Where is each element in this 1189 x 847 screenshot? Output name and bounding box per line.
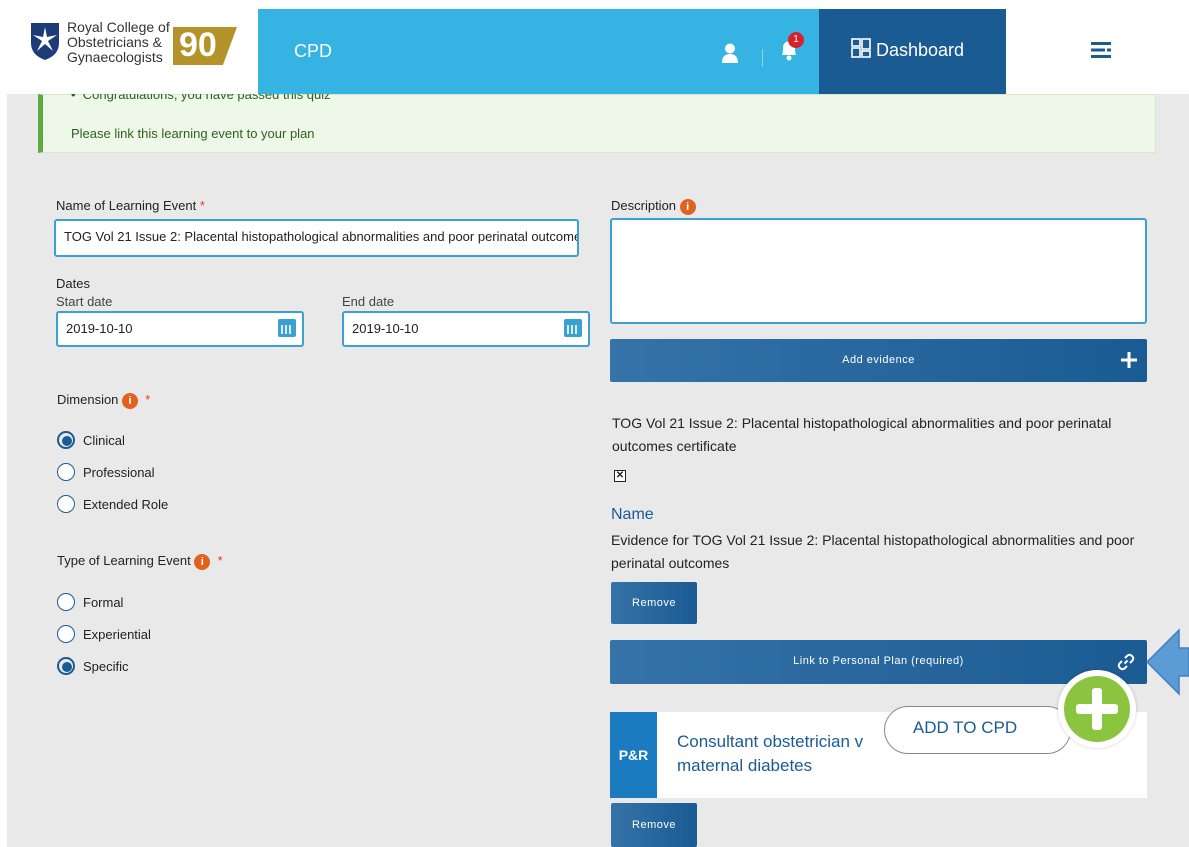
name-label-text: Name of Learning Event — [56, 198, 197, 213]
badge-text: 90 — [179, 26, 217, 64]
card-category-tag: P&R — [610, 712, 657, 798]
radio-type-formal[interactable]: Formal — [57, 593, 123, 611]
radio-label: Specific — [83, 658, 129, 674]
anniversary-badge: 90 — [173, 27, 237, 65]
radio-dimension-clinical[interactable]: Clinical — [57, 431, 125, 449]
evidence-name-heading: Name — [611, 506, 654, 523]
cpd-nav-bar: CPD 1 — [258, 9, 819, 94]
radio-circle — [57, 495, 75, 513]
pointer-arrow-icon — [1146, 628, 1189, 696]
logo-line-2: Obstetricians & — [67, 34, 162, 50]
name-label: Name of Learning Event * — [56, 198, 205, 213]
end-date-value: 2019-10-10 — [352, 321, 419, 336]
success-alert: • Congratulations, you have passed this … — [38, 87, 1156, 153]
link-icon — [1117, 653, 1135, 671]
radio-circle — [57, 431, 75, 449]
add-evidence-button[interactable]: Add evidence — [610, 339, 1147, 382]
radio-circle — [57, 593, 75, 611]
radio-type-experiential[interactable]: Experiential — [57, 625, 151, 643]
card-title: Consultant obstetrician v maternal diabe… — [677, 730, 863, 778]
info-icon[interactable]: i — [679, 198, 696, 215]
radio-type-specific[interactable]: Specific — [57, 657, 129, 675]
radio-dimension-extended-role[interactable]: Extended Role — [57, 495, 168, 513]
alert-line-2: Please link this learning event to your … — [71, 126, 315, 141]
notification-badge: 1 — [788, 32, 804, 48]
rcog-logo[interactable]: Royal College of Obstetricians & Gynaeco… — [25, 19, 255, 73]
radio-circle — [57, 657, 75, 675]
remove-plan-link-button[interactable]: Remove — [611, 803, 697, 847]
radio-label: Professional — [83, 464, 155, 480]
info-icon[interactable]: i — [194, 553, 211, 570]
start-date-value: 2019-10-10 — [66, 321, 133, 336]
shield-star-icon — [31, 23, 59, 60]
info-icon[interactable]: i — [122, 392, 139, 409]
radio-label: Experiential — [83, 626, 151, 642]
add-evidence-label: Add evidence — [842, 354, 915, 366]
end-date-input[interactable]: 2019-10-10 — [342, 311, 590, 347]
description-label: Description i — [611, 198, 696, 215]
nav-separator — [762, 49, 763, 67]
type-label: Type of Learning Event i * — [57, 553, 223, 570]
end-date-label: End date — [342, 294, 395, 309]
logo-line-3: Gynaecologists — [67, 49, 163, 65]
plus-icon — [1121, 352, 1137, 368]
broken-image-icon: ✕ — [614, 470, 626, 482]
link-personal-plan-button[interactable]: Link to Personal Plan (required) — [610, 640, 1147, 684]
logo-line-1: Royal College of — [67, 19, 170, 35]
description-label-text: Description — [611, 198, 677, 213]
radio-label: Extended Role — [83, 496, 169, 512]
notifications-button[interactable]: 1 — [778, 32, 804, 68]
dashboard-grid-icon — [851, 38, 871, 58]
start-date-input[interactable]: 2019-10-10 — [56, 311, 304, 347]
top-header: Royal College of Obstetricians & Gynaeco… — [0, 0, 1189, 94]
link-plan-label: Link to Personal Plan (required) — [793, 655, 964, 667]
radio-dimension-professional[interactable]: Professional — [57, 463, 155, 481]
add-plus-circle-icon[interactable] — [1058, 670, 1136, 748]
plus-icon — [1064, 676, 1130, 742]
dates-label: Dates — [56, 276, 90, 291]
dimension-label: Dimension i * — [57, 392, 150, 409]
hamburger-menu-icon[interactable] — [1091, 42, 1111, 58]
radio-label: Clinical — [83, 432, 125, 448]
certificate-text: TOG Vol 21 Issue 2: Placental histopatho… — [612, 415, 1112, 454]
cpd-title[interactable]: CPD — [294, 41, 332, 62]
dimension-label-text: Dimension — [57, 392, 119, 407]
add-to-cpd-label: ADD TO CPD — [912, 718, 1018, 737]
required-mark: * — [145, 392, 151, 407]
remove-label: Remove — [632, 597, 676, 609]
add-to-cpd-button[interactable]: ADD TO CPD — [884, 706, 1071, 754]
logo-text: Royal College of Obstetricians & Gynaeco… — [67, 20, 170, 65]
dashboard-label: Dashboard — [876, 40, 965, 60]
dashboard-button[interactable]: Dashboard — [819, 9, 1006, 94]
radio-label: Formal — [83, 594, 124, 610]
calendar-icon[interactable] — [564, 319, 582, 337]
radio-circle — [57, 625, 75, 643]
card-title-line-2: maternal diabetes — [677, 756, 813, 775]
card-title-line-1: Consultant obstetrician v — [677, 732, 864, 751]
start-date-label: Start date — [56, 294, 113, 309]
user-icon[interactable] — [721, 43, 739, 63]
remove-label: Remove — [632, 819, 676, 831]
learning-event-name-input[interactable]: TOG Vol 21 Issue 2: Placental histopatho… — [54, 219, 579, 257]
evidence-name-text: Evidence for TOG Vol 21 Issue 2: Placent… — [611, 532, 1135, 571]
remove-evidence-button[interactable]: Remove — [611, 582, 697, 624]
required-mark: * — [199, 198, 205, 213]
calendar-icon[interactable] — [278, 319, 296, 337]
type-label-text: Type of Learning Event — [57, 553, 191, 568]
radio-circle — [57, 463, 75, 481]
description-textarea[interactable] — [610, 218, 1147, 324]
required-mark: * — [217, 553, 223, 568]
